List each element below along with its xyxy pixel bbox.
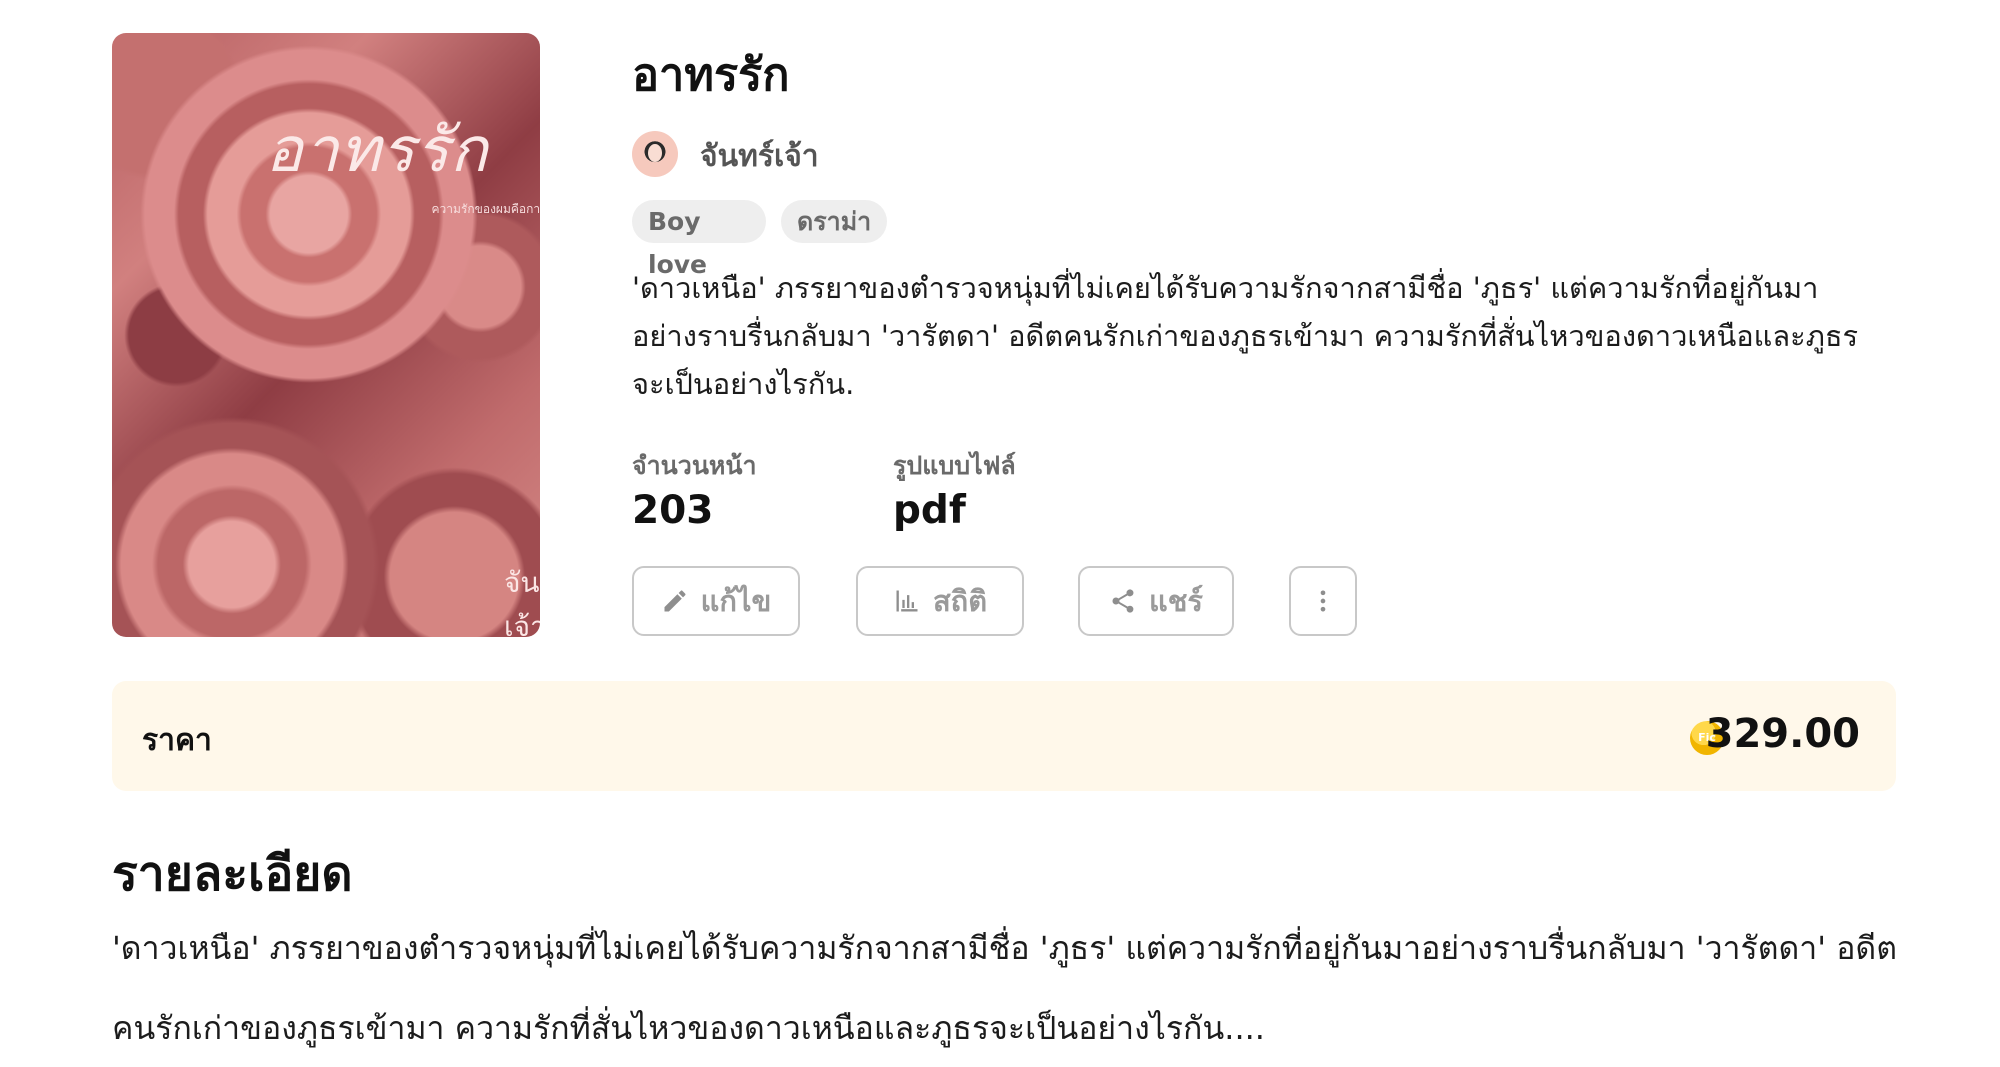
- cover-author: จันทร์เจ้า: [504, 566, 540, 637]
- share-icon: [1112, 589, 1134, 613]
- more-vertical-icon: [1320, 590, 1326, 612]
- author-name[interactable]: จันทร์เจ้า: [700, 133, 819, 180]
- edit-button-label: แก้ไข: [700, 584, 772, 618]
- price-value: 329.00: [1705, 711, 1860, 757]
- details-heading: รายละเอียด: [112, 846, 353, 902]
- details-text: 'ดาวเหนือ' ภรรยาของตำรวจหนุ่มที่ไม่เคยได…: [112, 929, 1897, 1047]
- bar-chart-icon: [896, 590, 918, 612]
- cover-tagline: ความรักของผมคือการรอคอย: [431, 202, 540, 216]
- share-button[interactable]: แชร์: [1078, 566, 1234, 636]
- tag-drama[interactable]: ดราม่า: [781, 200, 887, 243]
- pencil-icon: [664, 590, 686, 612]
- edit-button[interactable]: แก้ไข: [632, 566, 800, 636]
- stats-button[interactable]: สถิติ: [856, 566, 1024, 636]
- format-value: pdf: [893, 488, 966, 533]
- stats-button-label: สถิติ: [932, 584, 988, 618]
- book-synopsis: 'ดาวเหนือ' ภรรยาของตำรวจหนุ่มที่ไม่เคยได…: [632, 271, 1859, 401]
- book-cover: อาทรรัก ความรักของผมคือการรอคอย จันทร์เจ…: [112, 33, 540, 637]
- price-label: ราคา: [142, 723, 212, 758]
- cover-title: อาทรรัก: [265, 113, 489, 186]
- share-button-label: แชร์: [1149, 584, 1203, 618]
- pages-value: 203: [632, 488, 714, 533]
- price-bar: ราคา Fic 329.00: [112, 681, 1896, 791]
- format-label: รูปแบบไฟล์: [893, 451, 1016, 480]
- author-avatar[interactable]: [632, 131, 678, 177]
- tag-boy-love[interactable]: Boy love: [632, 200, 766, 279]
- more-options-button[interactable]: [1289, 566, 1357, 636]
- book-title: อาทรรัก: [632, 48, 790, 101]
- pages-label: จำนวนหน้า: [632, 451, 757, 480]
